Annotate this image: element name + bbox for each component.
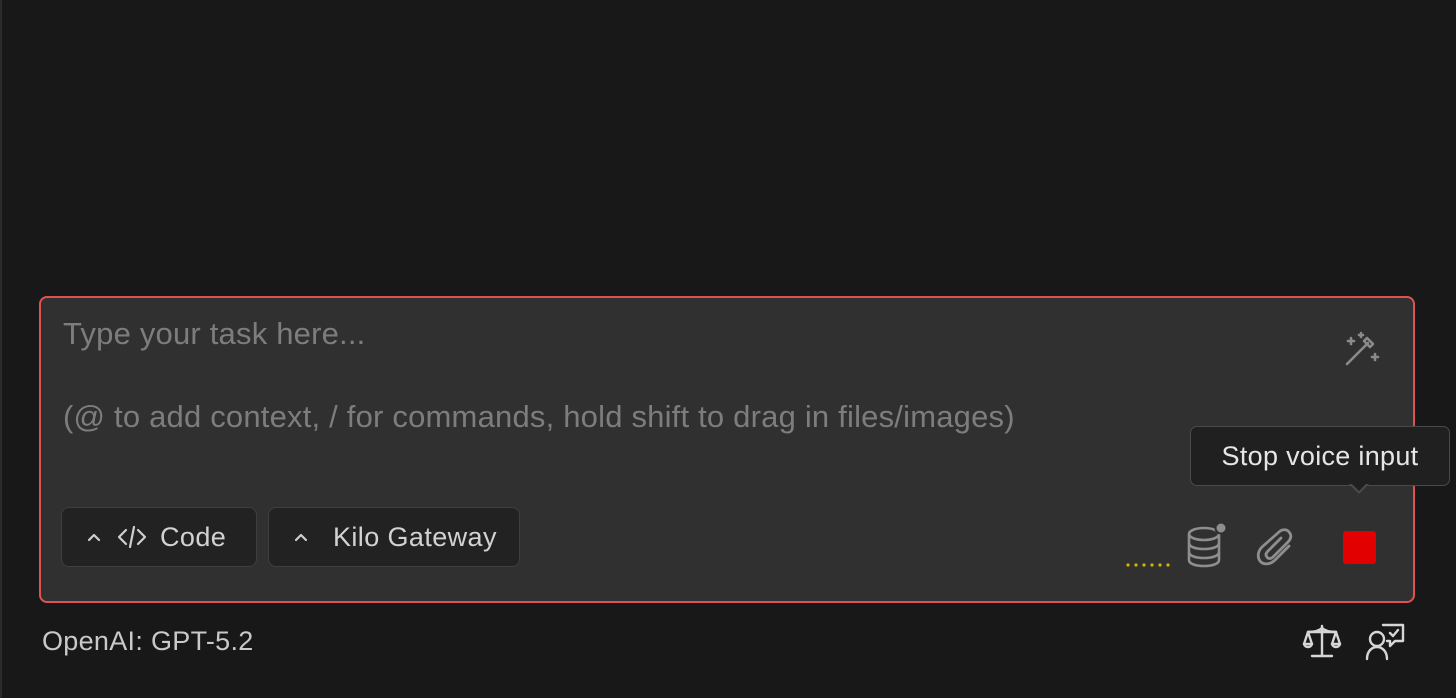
provider-label: Kilo Gateway: [333, 521, 497, 552]
provider-selector[interactable]: Kilo Gateway: [268, 507, 520, 567]
context-index-button[interactable]: [1184, 520, 1230, 572]
compare-models-button[interactable]: [1300, 620, 1344, 664]
code-icon: [116, 521, 148, 553]
stop-voice-input-button[interactable]: [1343, 531, 1376, 564]
chevron-up-icon: [84, 527, 104, 547]
mode-label: Code: [160, 521, 227, 552]
voice-activity-indicator: [1126, 563, 1170, 567]
feedback-button[interactable]: [1364, 620, 1408, 664]
tooltip-arrow-fill: [1351, 483, 1367, 491]
paperclip-icon: [1256, 528, 1293, 566]
feedback-icon: [1365, 623, 1405, 661]
tooltip: Stop voice input: [1190, 426, 1450, 486]
mode-selector[interactable]: Code: [61, 507, 257, 567]
scales-icon: [1302, 624, 1342, 658]
enhance-prompt-button[interactable]: [1339, 328, 1383, 372]
task-input-placeholder[interactable]: Type your task here...: [63, 316, 366, 352]
magic-wand-icon: [1345, 331, 1380, 366]
database-icon: [1187, 521, 1228, 568]
model-label[interactable]: OpenAI: GPT-5.2: [42, 626, 254, 657]
tooltip-text: Stop voice input: [1221, 440, 1419, 471]
chat-panel: Type your task here... (@ to add context…: [0, 0, 1456, 698]
task-input-hint: (@ to add context, / for commands, hold …: [63, 399, 1015, 434]
chevron-up-icon: [291, 527, 311, 547]
attach-file-button[interactable]: [1253, 524, 1301, 572]
